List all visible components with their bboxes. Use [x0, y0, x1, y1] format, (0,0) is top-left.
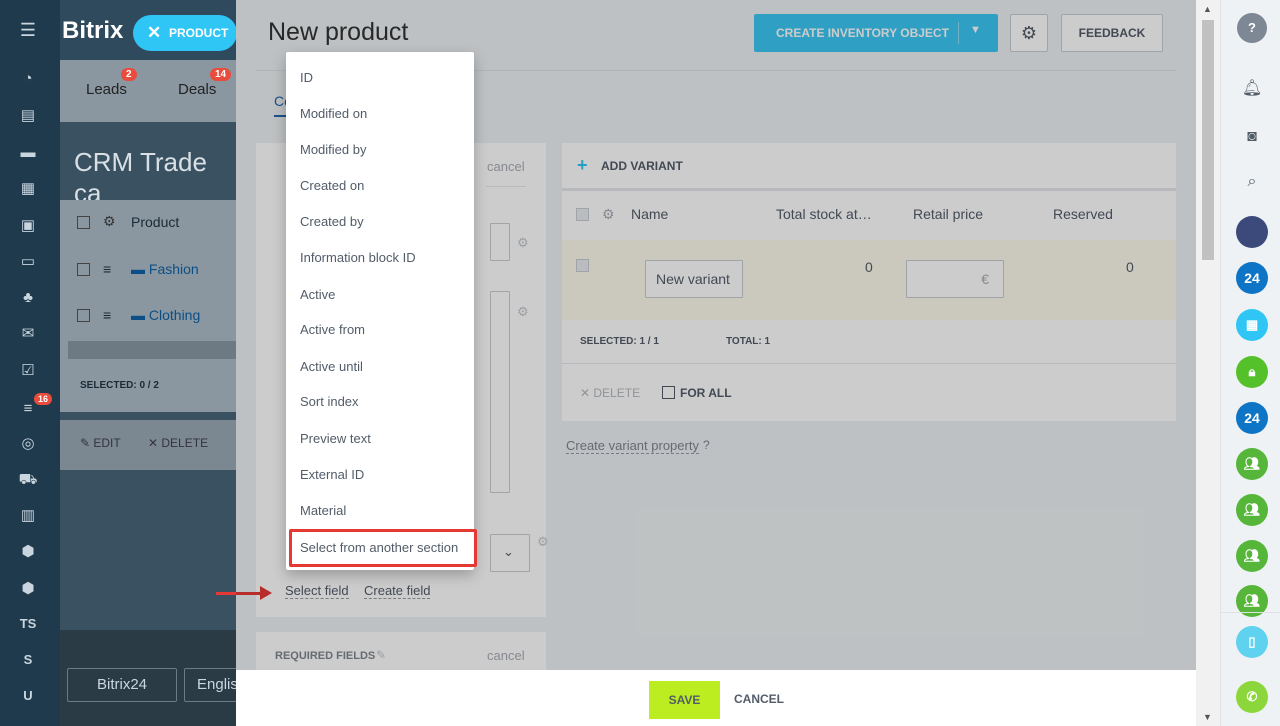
highlight-box: [289, 529, 477, 567]
tab-deals[interactable]: Deals: [178, 81, 216, 98]
calendar-icon[interactable]: ▦: [18, 180, 38, 198]
product-grid: ⚙ Product ≡ ▬ Fashion ≡ ▬ Clothing SELEC…: [60, 200, 236, 412]
menu-item-modified-on[interactable]: Modified on: [300, 106, 367, 121]
menu-item-active-until[interactable]: Active until: [300, 359, 363, 374]
delete-label: DELETE: [161, 436, 209, 450]
phone-device-icon[interactable]: ▯: [1236, 626, 1268, 658]
drag-icon[interactable]: ≡: [103, 261, 111, 277]
bitrix24-icon[interactable]: 24: [1236, 262, 1268, 294]
help-icon[interactable]: ?: [1237, 13, 1267, 43]
horizontal-scrollbar[interactable]: [68, 341, 236, 359]
calendar-icon[interactable]: ▦: [1236, 309, 1268, 341]
bitrix24-icon[interactable]: 24: [1236, 402, 1268, 434]
save-button[interactable]: SAVE: [649, 681, 720, 719]
menu-item-iblock-id[interactable]: Information block ID: [300, 250, 416, 265]
product-close-pill[interactable]: ✕ PRODUCT: [133, 15, 237, 51]
tasks-icon[interactable]: ☑: [18, 362, 38, 380]
chat-icon[interactable]: ▬: [18, 144, 38, 162]
box-icon[interactable]: ⬢: [18, 543, 38, 561]
leads-badge: 2: [121, 68, 137, 81]
menu-item-material[interactable]: Material: [300, 503, 346, 518]
divider: [1221, 612, 1280, 613]
feed-icon[interactable]: ▤: [18, 107, 38, 125]
folder-fashion[interactable]: ▬ Fashion: [131, 261, 199, 277]
drive-icon[interactable]: ▭: [18, 253, 38, 271]
cancel-button[interactable]: CANCEL: [734, 692, 784, 706]
folder-icon: ▬: [131, 261, 145, 277]
edit-label: EDIT: [93, 436, 121, 450]
mail-icon[interactable]: ✉: [18, 325, 38, 343]
search-icon[interactable]: ⌕: [1240, 173, 1264, 191]
menu-item-active-from[interactable]: Active from: [300, 322, 365, 337]
crm-icon[interactable]: ◔: [18, 70, 38, 88]
folder-icon: ▬: [131, 307, 145, 323]
edit-button[interactable]: ✎ EDIT: [80, 436, 121, 450]
scroll-thumb[interactable]: [1202, 20, 1214, 260]
call-icon[interactable]: ✆: [1236, 681, 1268, 713]
scroll-up-icon[interactable]: ▲: [1203, 4, 1212, 14]
scroll-down-icon[interactable]: ▼: [1203, 712, 1212, 722]
close-icon: ✕: [147, 23, 162, 42]
document-icon[interactable]: ▣: [18, 217, 38, 235]
row-label: Fashion: [148, 261, 199, 277]
bottom-action-bar: SAVE CANCEL: [236, 670, 1196, 726]
logo: Bitrix: [62, 17, 124, 44]
language-button[interactable]: Englis: [184, 668, 236, 702]
group-icon[interactable]: 👥︎: [1236, 494, 1268, 526]
select-all-checkbox[interactable]: [77, 216, 90, 229]
field-select-menu: ID Modified on Modified by Created on Cr…: [286, 52, 477, 570]
menu-item-created-by[interactable]: Created by: [300, 214, 364, 229]
avatar[interactable]: [1236, 216, 1268, 248]
footer-area: Bitrix24 Englis: [60, 630, 236, 726]
menu-item-external-id[interactable]: External ID: [300, 467, 364, 482]
employees-icon[interactable]: ♣: [18, 289, 38, 307]
selected-count: SELECTED: 0 / 2: [80, 380, 159, 391]
chat-icon[interactable]: ◙: [1240, 128, 1264, 146]
menu-item-created-on[interactable]: Created on: [300, 178, 364, 193]
card-icon[interactable]: ▥: [18, 507, 38, 525]
row-label: Clothing: [148, 307, 201, 323]
gear-icon[interactable]: ⚙: [103, 213, 116, 230]
menu-item-modified-by[interactable]: Modified by: [300, 142, 366, 157]
menu-item-id[interactable]: ID: [300, 70, 313, 85]
background-page: Bitrix Leads 2 Deals 14 CRM Trade ca ⚙ P…: [60, 0, 236, 726]
nav-ts[interactable]: TS: [18, 615, 38, 633]
pill-label: PRODUCT: [169, 26, 229, 40]
grid-actions: ✎ EDIT ✕ DELETE: [60, 420, 236, 470]
menu-item-preview-text[interactable]: Preview text: [300, 431, 371, 446]
crm-tabs: Leads 2 Deals 14: [60, 60, 236, 122]
menu-item-active[interactable]: Active: [300, 287, 335, 302]
drag-icon[interactable]: ≡: [103, 307, 111, 323]
delete-button[interactable]: ✕ DELETE: [148, 436, 208, 450]
page-scrollbar[interactable]: ▲ ▼: [1196, 0, 1220, 726]
column-product: Product: [131, 214, 180, 230]
tab-leads[interactable]: Leads: [86, 81, 127, 98]
box2-icon[interactable]: ⬢: [18, 580, 38, 598]
menu-icon[interactable]: ☰: [18, 21, 38, 39]
menu-item-sort-index[interactable]: Sort index: [300, 394, 359, 409]
bell-icon[interactable]: 🔔︎: [1240, 78, 1264, 98]
group-icon[interactable]: 👥︎: [1236, 540, 1268, 572]
bitrix24-button[interactable]: Bitrix24: [67, 668, 177, 702]
row-checkbox[interactable]: [77, 263, 90, 276]
left-navigation: ☰ ◔ ▤ ▬ ▦ ▣ ▭ ♣ ✉ ☑ ≡ 16 ◎ ⛟ ▥ ⬢ ⬢ TS S …: [0, 0, 60, 726]
cart-icon[interactable]: ⛟: [18, 471, 38, 489]
right-rail: ? 🔔︎ ◙ ⌕ 24 ▦ 🔒︎ 24 👥︎ 👥︎ 👥︎ 👥︎ ▯ ✆: [1220, 0, 1280, 726]
nav-u[interactable]: U: [18, 687, 38, 705]
nav-s[interactable]: S: [18, 651, 38, 669]
row-checkbox[interactable]: [77, 309, 90, 322]
folder-clothing[interactable]: ▬ Clothing: [131, 307, 200, 323]
deals-badge: 14: [210, 68, 232, 81]
lock-icon[interactable]: 🔒︎: [1236, 356, 1268, 388]
target-icon[interactable]: ◎: [18, 435, 38, 453]
group-icon[interactable]: 👥︎: [1236, 448, 1268, 480]
nav-badge: 16: [34, 393, 53, 405]
